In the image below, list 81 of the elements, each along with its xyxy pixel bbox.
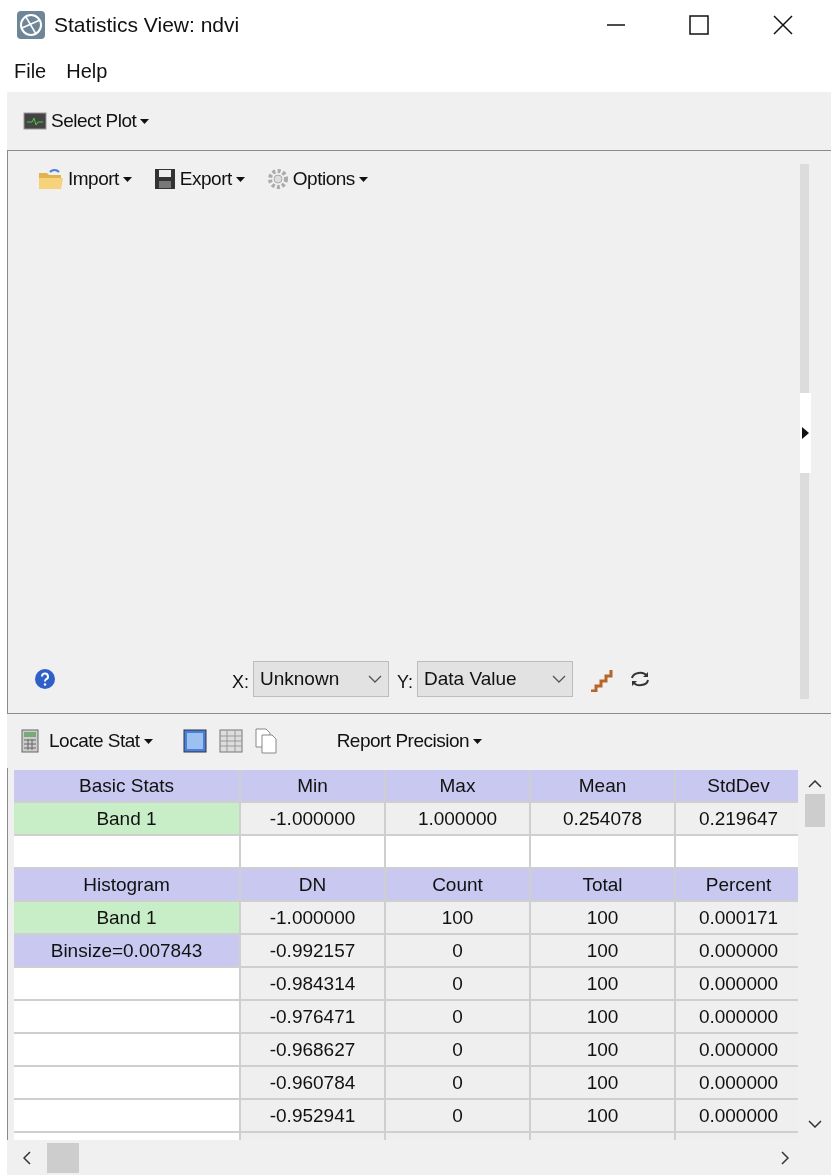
column-header: Histogram: [14, 869, 239, 900]
table-cell: 0.000000: [676, 1001, 798, 1032]
scrollbar-thumb[interactable]: [804, 794, 825, 827]
table-cell: 0: [386, 968, 529, 999]
table-cell: 0: [386, 935, 529, 966]
monitor-icon: [23, 112, 47, 130]
toolbar-button[interactable]: Import: [34, 168, 136, 190]
column-header: Max: [386, 770, 529, 801]
toolbar-button[interactable]: Options: [262, 168, 372, 190]
table-cell: 1.000000: [386, 803, 529, 834]
table-icon[interactable]: [182, 729, 207, 753]
scrollbar-thumb[interactable]: [47, 1142, 79, 1173]
column-header: Basic Stats: [14, 770, 239, 801]
calculator-icon: [21, 729, 39, 753]
table-cell: 0.000000: [676, 968, 798, 999]
table-cell: 100: [531, 1034, 674, 1065]
table-cell: -0.968627: [241, 1034, 384, 1065]
expand-arrow-icon[interactable]: [802, 427, 809, 439]
toolbar-button[interactable]: Export: [149, 168, 249, 190]
column-header: Total: [531, 869, 674, 900]
table-cell: -0.976471: [241, 1001, 384, 1032]
caret-icon: [140, 118, 150, 124]
table-cell: 100: [531, 935, 674, 966]
table-cell: 100: [531, 1100, 674, 1131]
table-cell: 0.000000: [676, 1034, 798, 1065]
table-cell: -0.960784: [241, 1067, 384, 1098]
column-header: DN: [241, 869, 384, 900]
table-cell: 0.219647: [676, 803, 798, 834]
menu-item[interactable]: File: [14, 59, 47, 83]
table-cell: -0.952941: [241, 1100, 384, 1131]
caret-icon: [358, 176, 368, 182]
refresh-icon[interactable]: [629, 669, 652, 689]
table-cell: 100: [531, 1001, 674, 1032]
help-icon[interactable]: [34, 668, 56, 690]
row-label: Band 1: [14, 902, 239, 933]
caret-icon: [122, 176, 132, 182]
column-header: Count: [386, 869, 529, 900]
column-header: Percent: [676, 869, 798, 900]
table-cell: 0.000000: [676, 1100, 798, 1131]
table-cell: 0: [386, 1034, 529, 1065]
app-icon: [16, 10, 46, 40]
table-cell: 0: [386, 1100, 529, 1131]
report-precision-button[interactable]: Report Precision: [332, 730, 487, 752]
folder-icon: [38, 168, 64, 190]
column-header: Mean: [531, 770, 674, 801]
locate-stat-button[interactable]: Locate Stat: [45, 730, 157, 752]
table-cell: 0: [386, 1001, 529, 1032]
table-cell: 100: [531, 902, 674, 933]
caret-icon: [143, 738, 153, 744]
window-title: Statistics View: ndvi: [54, 13, 241, 37]
scroll-left-icon[interactable]: [23, 1150, 31, 1165]
table-cell: 0.254078: [531, 803, 674, 834]
table-cell: 0.000000: [676, 935, 798, 966]
gear-icon: [266, 168, 289, 190]
caret-icon: [235, 176, 245, 182]
select-plot-button[interactable]: Select Plot: [19, 110, 154, 132]
table-cell: 100: [531, 968, 674, 999]
axis-label: X:: [232, 670, 249, 693]
column-header: Min: [241, 770, 384, 801]
table-cell: -0.984314: [241, 968, 384, 999]
table-cell: 0.000000: [676, 1067, 798, 1098]
x-axis-dropdown[interactable]: Unknown: [253, 661, 389, 697]
menu-item[interactable]: Help: [66, 59, 108, 83]
axis-label: Y:: [397, 670, 414, 693]
scroll-right-icon[interactable]: [781, 1150, 789, 1165]
table-cell: -1.000000: [241, 803, 384, 834]
table-cell: 0: [386, 1067, 529, 1098]
scroll-up-icon[interactable]: [807, 780, 822, 788]
caret-icon: [473, 738, 483, 744]
chevron-down-icon: [552, 675, 567, 683]
table-cell: -1.000000: [241, 902, 384, 933]
table-cell: 100: [531, 1067, 674, 1098]
table-cell: 100: [386, 902, 529, 933]
scroll-down-icon[interactable]: [807, 1120, 822, 1128]
row-label: Band 1: [14, 803, 239, 834]
row-label: Binsize=0.007843: [14, 935, 239, 966]
y-axis-dropdown[interactable]: Data Value: [417, 661, 574, 697]
table-cell: 0.000171: [676, 902, 798, 933]
chevron-down-icon: [368, 675, 382, 683]
column-header: StdDev: [676, 770, 798, 801]
table-cell: -0.992157: [241, 935, 384, 966]
